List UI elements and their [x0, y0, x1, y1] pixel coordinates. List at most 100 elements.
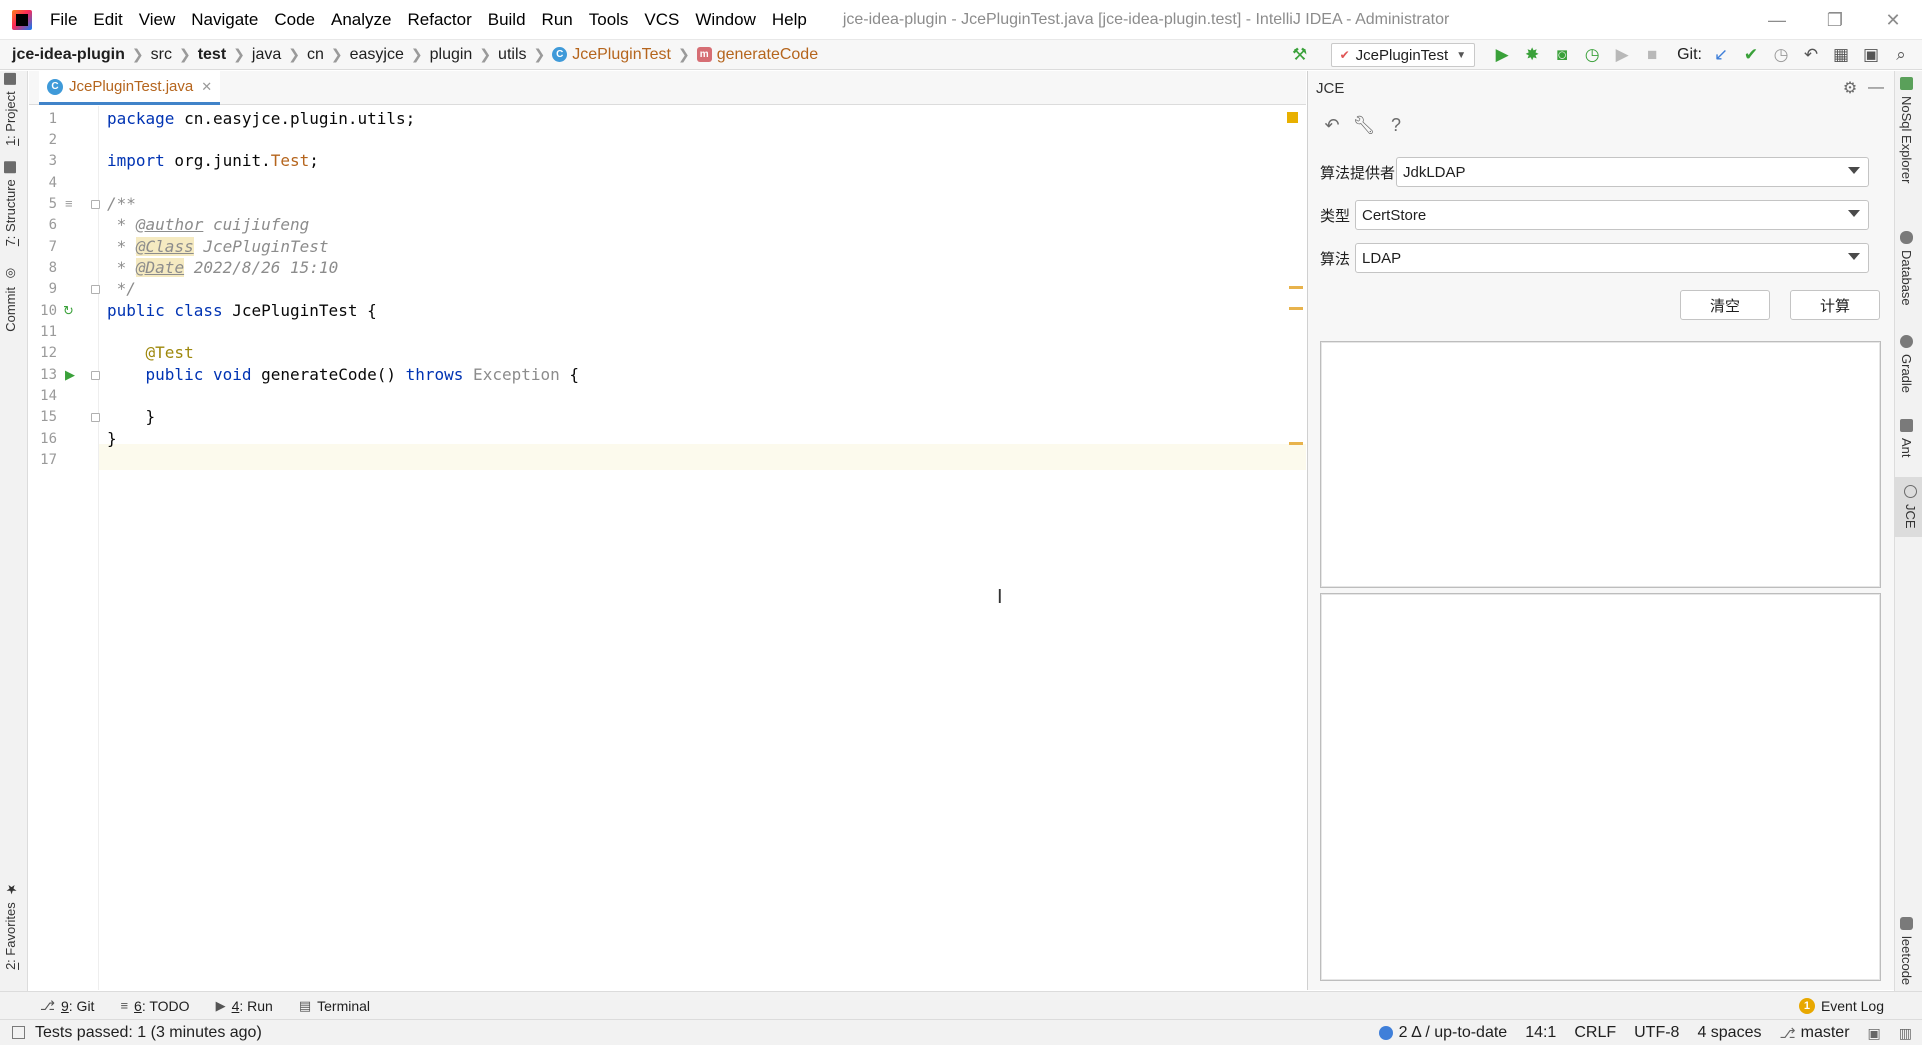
menu-vcs[interactable]: VCS	[636, 0, 687, 40]
line-separator[interactable]: CRLF	[1574, 1024, 1616, 1042]
breadcrumb-java[interactable]: java	[252, 46, 281, 64]
hide-panel-icon[interactable]: —	[1863, 79, 1889, 97]
git-commit-icon[interactable]: ✔	[1738, 42, 1764, 68]
warning-stripe-mark[interactable]	[1289, 286, 1303, 289]
tool-tab-database[interactable]: Database	[1899, 231, 1914, 306]
vcs-status[interactable]: 2 Δ / up-to-date	[1378, 1024, 1507, 1042]
breadcrumb-easyjce[interactable]: easyjce	[350, 46, 404, 64]
breadcrumb-cn[interactable]: cn	[307, 46, 324, 64]
breadcrumb-method[interactable]: m generateCode	[696, 46, 818, 64]
menu-window[interactable]: Window	[687, 0, 763, 40]
tool-tab-project[interactable]: 1: Project	[3, 73, 18, 146]
tool-tab-nosql-explorer[interactable]: NoSql Explorer	[1899, 77, 1914, 183]
collapsed-docs-icon[interactable]: ≡	[65, 191, 73, 217]
wrench-icon[interactable]: 🔧︎	[1348, 115, 1380, 136]
database-icon	[1900, 231, 1913, 244]
git-update-icon[interactable]: ↙	[1708, 42, 1734, 68]
menu-help[interactable]: Help	[764, 0, 815, 40]
tool-tab-structure[interactable]: 7: Structure	[3, 161, 18, 246]
menu-refactor[interactable]: Refactor	[399, 0, 479, 40]
output-textarea[interactable]	[1320, 593, 1881, 981]
gradle-icon	[1900, 335, 1913, 348]
tool-tab-todo[interactable]: ≡ 6: TODO	[120, 998, 189, 1014]
tool-tab-run[interactable]: ▶ 4: Run	[216, 998, 273, 1014]
type-select[interactable]: CertStore	[1355, 200, 1869, 230]
menu-analyze[interactable]: Analyze	[323, 0, 399, 40]
tool-tab-commit[interactable]: Commit ◎	[3, 267, 18, 332]
menu-tools[interactable]: Tools	[581, 0, 637, 40]
menu-run[interactable]: Run	[534, 0, 581, 40]
nosql-icon	[1900, 77, 1913, 90]
debug-icon[interactable]: ✸	[1519, 42, 1545, 68]
gear-icon[interactable]: ⚙	[1837, 78, 1863, 98]
menu-view[interactable]: View	[131, 0, 184, 40]
tool-tab-git[interactable]: ⎇ 9: Git	[40, 998, 94, 1014]
caret-position[interactable]: 14:1	[1525, 1024, 1556, 1042]
menu-build[interactable]: Build	[480, 0, 534, 40]
stop-icon[interactable]: ■	[1639, 42, 1665, 68]
undo-icon[interactable]: ↶	[1316, 115, 1348, 136]
breadcrumb-class[interactable]: C JcePluginTest	[552, 46, 671, 64]
tool-tab-ant[interactable]: Ant	[1899, 419, 1914, 458]
coverage-icon[interactable]: ◙	[1549, 42, 1575, 68]
status-message[interactable]: Tests passed: 1 (3 minutes ago)	[35, 1024, 262, 1042]
status-toggle-icon[interactable]	[12, 1026, 25, 1039]
fold-marker-icon[interactable]	[91, 371, 100, 380]
close-window-button[interactable]: ✕	[1864, 0, 1922, 40]
tool-tab-jce[interactable]: JCE	[1895, 477, 1922, 537]
presentation-icon[interactable]: ▣	[1858, 42, 1884, 68]
clear-button[interactable]: 清空	[1680, 290, 1770, 320]
breadcrumb-src[interactable]: src	[151, 46, 172, 64]
build-hammer-icon[interactable]: ⚒	[1287, 42, 1313, 68]
algorithm-select[interactable]: LDAP	[1355, 243, 1869, 273]
chevron-right-icon: ❯	[131, 46, 144, 62]
fold-marker-icon[interactable]	[91, 413, 100, 422]
tool-tab-event-log[interactable]: 1 Event Log	[1798, 992, 1884, 1020]
tool-tab-run-number: 4	[231, 997, 240, 1014]
tool-tab-terminal[interactable]: ▤ Terminal	[299, 998, 370, 1014]
tool-tab-leetcode[interactable]: leetcode	[1899, 917, 1914, 985]
tool-tab-gradle[interactable]: Gradle	[1899, 335, 1914, 393]
menu-code[interactable]: Code	[266, 0, 323, 40]
git-history-icon[interactable]: ◷	[1768, 42, 1794, 68]
menu-edit[interactable]: Edit	[85, 0, 130, 40]
code-editor[interactable]: 1 2 3 4 5 6 7 8 9 10 11 12 13 14 15 16 1…	[29, 106, 1306, 990]
git-branch-widget[interactable]: ⎇ master	[1779, 1024, 1849, 1042]
file-encoding[interactable]: UTF-8	[1634, 1024, 1679, 1042]
profile-icon[interactable]: ◷	[1579, 42, 1605, 68]
breadcrumb-plugin[interactable]: plugin	[430, 46, 473, 64]
run-class-gutter-icon[interactable]: ↻	[63, 298, 74, 324]
restore-button[interactable]: ❐	[1806, 0, 1864, 40]
lock-icon[interactable]: ▣	[1868, 1025, 1881, 1042]
run-configuration-select[interactable]: ✔ JcePluginTest ▼	[1330, 43, 1476, 67]
fold-marker-icon[interactable]	[91, 285, 100, 294]
provider-select[interactable]: JdkLDAP	[1396, 157, 1869, 187]
code-keyword: public class	[107, 301, 223, 320]
run-method-gutter-icon[interactable]: ▶	[65, 362, 75, 388]
resume-icon[interactable]: ▶	[1609, 42, 1635, 68]
run-icon[interactable]: ▶	[1489, 42, 1515, 68]
warning-stripe-mark[interactable]	[1289, 442, 1303, 445]
warning-stripe-mark[interactable]	[1289, 307, 1303, 310]
project-structure-icon[interactable]: ▦	[1828, 42, 1854, 68]
inspection-warning-icon[interactable]	[1287, 112, 1298, 123]
input-textarea[interactable]	[1320, 341, 1881, 588]
algorithm-value: LDAP	[1362, 249, 1402, 267]
breadcrumb-test[interactable]: test	[198, 46, 226, 64]
memory-indicator-icon[interactable]: ▥	[1899, 1025, 1912, 1042]
menu-file[interactable]: File	[42, 0, 85, 40]
fold-marker-icon[interactable]	[91, 200, 100, 209]
breadcrumb-project[interactable]: jce-idea-plugin	[12, 46, 125, 64]
menu-navigate[interactable]: Navigate	[183, 0, 266, 40]
provider-row: 算法提供者	[1320, 156, 1395, 188]
tool-tab-favorites[interactable]: 2: Favorites ★	[3, 881, 18, 970]
minimize-button[interactable]: —	[1748, 0, 1806, 40]
git-rollback-icon[interactable]: ↶	[1798, 42, 1824, 68]
help-icon[interactable]: ?	[1380, 115, 1412, 136]
close-tab-icon[interactable]: ✕	[201, 79, 212, 95]
search-icon[interactable]: ⌕	[1888, 42, 1914, 68]
indent-setting[interactable]: 4 spaces	[1697, 1024, 1761, 1042]
compute-button[interactable]: 计算	[1790, 290, 1880, 320]
breadcrumb-utils[interactable]: utils	[498, 46, 526, 64]
editor-tab-jcePluginTest[interactable]: C JcePluginTest.java ✕	[39, 71, 221, 105]
